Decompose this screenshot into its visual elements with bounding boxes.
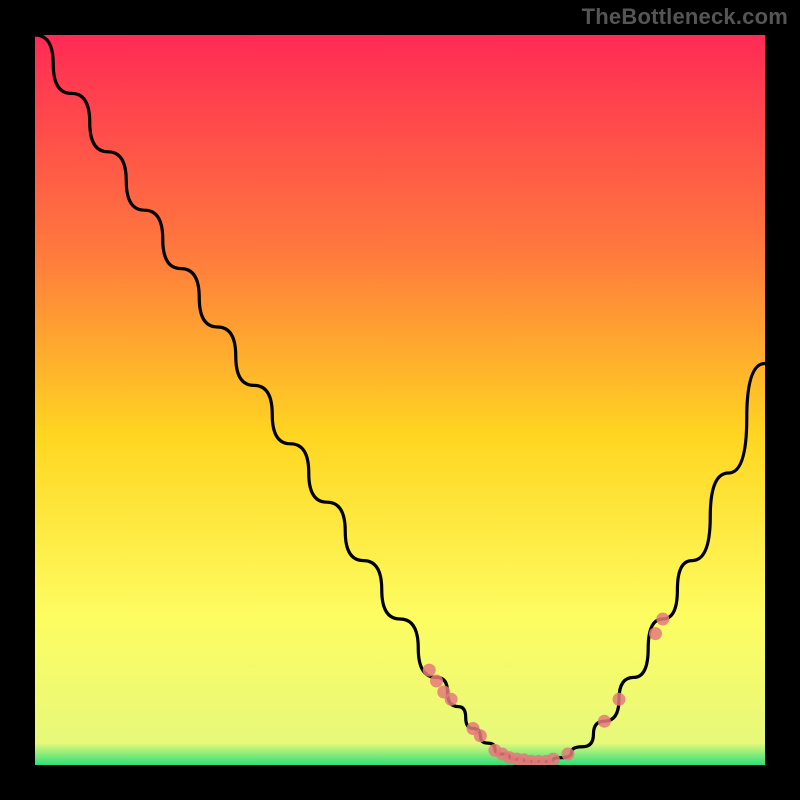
marker-point <box>649 627 662 640</box>
chart-svg <box>35 35 765 765</box>
marker-point <box>598 715 611 728</box>
marker-point <box>561 748 574 761</box>
marker-point <box>613 693 626 706</box>
watermark-text: TheBottleneck.com <box>582 4 788 30</box>
chart-container: TheBottleneck.com <box>0 0 800 800</box>
plot-area <box>35 35 765 765</box>
marker-point <box>430 675 443 688</box>
gradient-background <box>35 35 765 765</box>
marker-point <box>474 729 487 742</box>
marker-point <box>423 664 436 677</box>
marker-point <box>445 693 458 706</box>
marker-point <box>656 613 669 626</box>
